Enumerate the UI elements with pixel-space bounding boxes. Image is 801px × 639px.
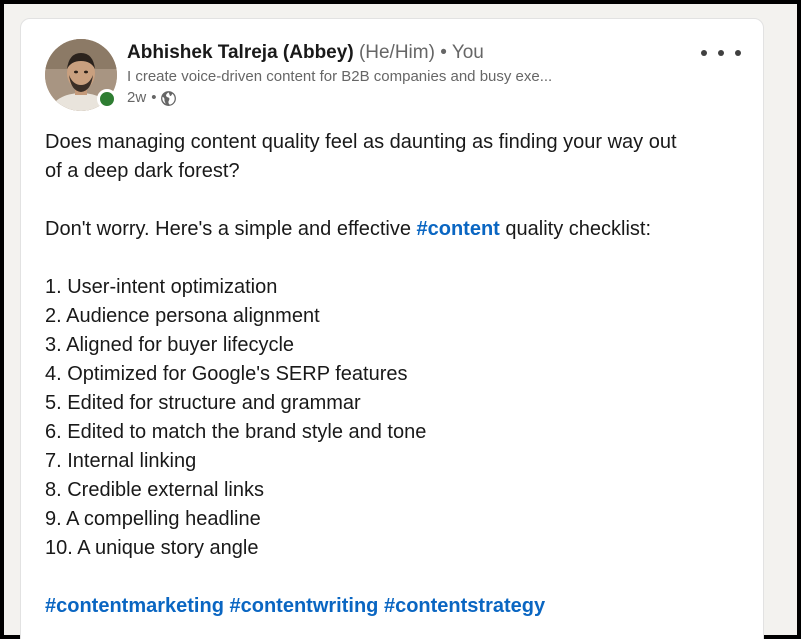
list-item: 9. A compelling headline <box>45 508 261 530</box>
author-block: Abhishek Talreja (Abbey) (He/Him) • You … <box>127 42 687 108</box>
list-item: 5. Edited for structure and grammar <box>45 392 361 414</box>
feed-post-card: Abhishek Talreja (Abbey) (He/Him) • You … <box>20 18 764 639</box>
post-text: Does managing content quality feel as da… <box>45 128 745 621</box>
post-timestamp[interactable]: 2w <box>127 88 146 108</box>
screenshot-frame: Abhishek Talreja (Abbey) (He/Him) • You … <box>0 0 801 639</box>
hashtag-contentmarketing-link[interactable]: #contentmarketing <box>45 595 224 617</box>
intro-line-2: of a deep dark forest? <box>45 160 240 182</box>
lead-text-before: Don't worry. Here's a simple and effecti… <box>45 218 417 240</box>
list-item: 4. Optimized for Google's SERP features <box>45 363 408 385</box>
list-item: 6. Edited to match the brand style and t… <box>45 421 427 443</box>
list-item: 8. Credible external links <box>45 479 264 501</box>
hashtag-contentstrategy-link[interactable]: #contentstrategy <box>384 595 545 617</box>
lead-text-after: quality checklist: <box>499 218 652 240</box>
list-item: 10. A unique story angle <box>45 537 259 559</box>
list-item: 7. Internal linking <box>45 450 197 472</box>
author-name[interactable]: Abhishek Talreja (Abbey) <box>127 42 354 63</box>
list-item: 2. Audience persona alignment <box>45 305 320 327</box>
list-item: 1. User-intent optimization <box>45 276 278 298</box>
author-headline: I create voice-driven content for B2B co… <box>127 68 553 85</box>
more-horizontal-icon-dot <box>735 50 741 56</box>
more-horizontal-icon-dot <box>718 50 724 56</box>
checklist: 1. User-intent optimization 2. Audience … <box>45 273 745 563</box>
hashtag-contentwriting-link[interactable]: #contentwriting <box>230 595 379 617</box>
list-item: 3. Aligned for buyer lifecycle <box>45 334 295 356</box>
meta-separator: • <box>151 89 157 106</box>
name-separator: • <box>440 42 447 63</box>
online-status-dot <box>97 89 117 109</box>
author-pronouns: (He/Him) <box>358 42 435 63</box>
hashtag-content-link[interactable]: #content <box>417 218 500 240</box>
globe-icon <box>160 90 177 107</box>
connection-degree: You <box>451 42 484 63</box>
lead-paragraph: Don't worry. Here's a simple and effecti… <box>45 215 745 244</box>
more-horizontal-icon <box>701 50 707 56</box>
author-avatar-container[interactable] <box>45 39 117 111</box>
author-name-line: Abhishek Talreja (Abbey) (He/Him) • You <box>127 42 687 64</box>
more-options-button[interactable] <box>701 41 741 65</box>
post-meta: 2w • <box>127 88 687 108</box>
hashtag-line: #contentmarketing #contentwriting #conte… <box>45 592 745 621</box>
intro-line-1: Does managing content quality feel as da… <box>45 131 677 153</box>
